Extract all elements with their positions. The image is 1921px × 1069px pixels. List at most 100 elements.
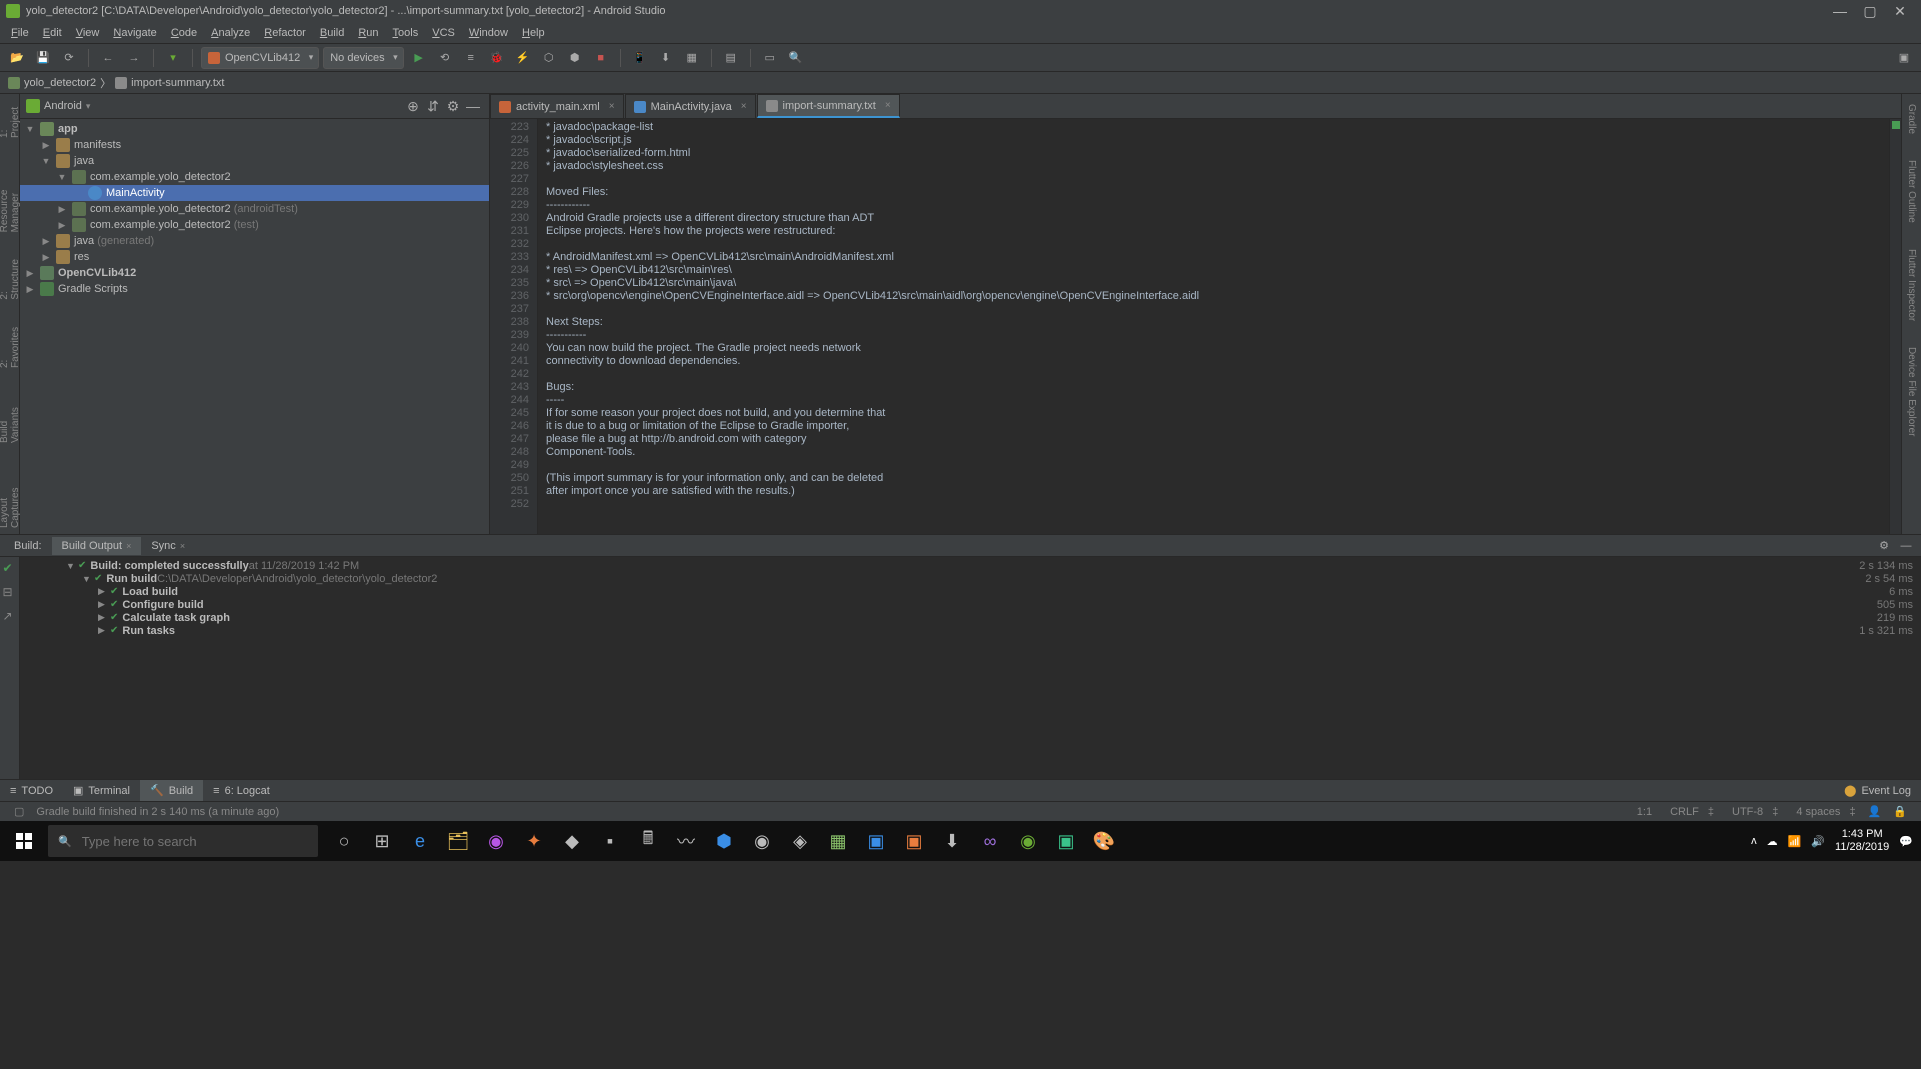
task-xampp-icon[interactable]: ▣	[896, 823, 932, 859]
task-androidstudio-icon[interactable]: ◉	[1010, 823, 1046, 859]
task-edge-icon[interactable]: e	[402, 823, 438, 859]
task-pycharm-icon[interactable]: ▣	[1048, 823, 1084, 859]
close-button[interactable]: ✕	[1885, 3, 1915, 20]
tray-clock[interactable]: 1:43 PM 11/28/2019	[1835, 828, 1889, 854]
project-tree[interactable]: ▼app ▶manifests ▼java ▼com.example.yolo_…	[20, 119, 489, 534]
make-icon[interactable]: ▾	[162, 47, 184, 69]
build-settings-icon[interactable]: ⚙	[1873, 535, 1895, 557]
menu-view[interactable]: View	[69, 27, 107, 39]
build-tab-sync[interactable]: Sync×	[141, 537, 195, 555]
settings-icon[interactable]: ⚙	[443, 96, 463, 116]
status-inspection-icon[interactable]: 👤	[1862, 805, 1888, 818]
search-input[interactable]	[82, 834, 308, 849]
tab-terminal[interactable]: ▣Terminal	[63, 780, 140, 801]
task-app4-icon[interactable]: ▦	[820, 823, 856, 859]
taskbar-search[interactable]: 🔍	[48, 825, 318, 857]
open-icon[interactable]: 📂	[6, 47, 28, 69]
maximize-button[interactable]: ▢	[1855, 3, 1885, 20]
coverage-icon[interactable]: ⬡	[538, 47, 560, 69]
build-row[interactable]: ▼✔Build: completed successfully at 11/28…	[26, 559, 1915, 572]
build-tab-output[interactable]: Build Output×	[52, 537, 142, 555]
build-row[interactable]: ▼✔Run build C:\DATA\Developer\Android\yo…	[26, 572, 1915, 585]
attach-icon[interactable]: ⬢	[564, 47, 586, 69]
tray-wifi-icon[interactable]: 📶	[1788, 835, 1802, 848]
editor-tab-activity-main-xml[interactable]: activity_main.xml×	[490, 94, 624, 118]
sync-icon[interactable]: ⟳	[58, 47, 80, 69]
resource-manager-icon[interactable]: ▦	[681, 47, 703, 69]
task-cortana-icon[interactable]: ○	[326, 823, 362, 859]
status-window-icon[interactable]: ▢	[8, 805, 30, 818]
task-calc-icon[interactable]: 🖩	[630, 823, 666, 859]
start-button[interactable]	[0, 821, 48, 861]
menu-analyze[interactable]: Analyze	[204, 27, 257, 39]
menu-run[interactable]: Run	[351, 27, 385, 39]
task-cmd-icon[interactable]: ▪	[592, 823, 628, 859]
run-icon[interactable]: ▶	[408, 47, 430, 69]
right-tab-flutter-inspector[interactable]: Flutter Inspector	[1905, 243, 1918, 327]
tray-notifications-icon[interactable]: 💬	[1899, 835, 1913, 848]
left-tab-build-variants[interactable]: Build Variants	[0, 388, 22, 449]
status-eol[interactable]: CRLF ‡	[1658, 806, 1720, 818]
task-app2-icon[interactable]: 〰	[668, 823, 704, 859]
run-config-selector[interactable]: OpenCVLib412	[201, 47, 319, 69]
editor-tab-mainactivity-java[interactable]: MainActivity.java×	[625, 94, 756, 118]
status-indent[interactable]: 4 spaces ‡	[1784, 806, 1861, 818]
tray-chevron-icon[interactable]: ʌ	[1751, 835, 1757, 847]
menu-edit[interactable]: Edit	[36, 27, 69, 39]
left-tab-1-project[interactable]: 1: Project	[0, 98, 22, 144]
tab-todo[interactable]: ≡TODO	[0, 780, 63, 801]
left-tab-2-structure[interactable]: 2: Structure	[0, 252, 22, 306]
build-row[interactable]: ▶✔Configure build505 ms	[26, 598, 1915, 611]
locate-icon[interactable]: ⊕	[403, 96, 423, 116]
editor-tab-import-summary-txt[interactable]: import-summary.txt×	[757, 94, 900, 118]
status-pos[interactable]: 1:1	[1631, 806, 1658, 818]
hide-panel-icon[interactable]: —	[463, 96, 483, 116]
debug-icon[interactable]: 🐞	[486, 47, 508, 69]
expand-all-icon[interactable]: ⊟	[3, 585, 17, 599]
task-app1-icon[interactable]: ◆	[554, 823, 590, 859]
collapse-icon[interactable]: ⇵	[423, 96, 443, 116]
status-lock-icon[interactable]: 🔒	[1887, 805, 1913, 818]
task-firefox-icon[interactable]: ◉	[478, 823, 514, 859]
right-tab-flutter-outline[interactable]: Flutter Outline	[1905, 154, 1918, 229]
layout-inspector-icon[interactable]: ▭	[759, 47, 781, 69]
task-paint-icon[interactable]: 🎨	[1086, 823, 1122, 859]
menu-refactor[interactable]: Refactor	[257, 27, 313, 39]
menu-window[interactable]: Window	[462, 27, 515, 39]
apply-changes-icon[interactable]: ⟲	[434, 47, 456, 69]
task-app3-icon[interactable]: ⬢	[706, 823, 742, 859]
menu-build[interactable]: Build	[313, 27, 351, 39]
build-row[interactable]: ▶✔Load build6 ms	[26, 585, 1915, 598]
ide-errors-icon[interactable]: ▣	[1893, 47, 1915, 69]
tray-volume-icon[interactable]: 🔊	[1811, 835, 1825, 848]
search-icon[interactable]: 🔍	[785, 47, 807, 69]
menu-tools[interactable]: Tools	[386, 27, 426, 39]
task-app5-icon[interactable]: ▣	[858, 823, 894, 859]
menu-code[interactable]: Code	[164, 27, 204, 39]
build-tree[interactable]: ▼✔Build: completed successfully at 11/28…	[20, 557, 1921, 779]
menu-help[interactable]: Help	[515, 27, 552, 39]
forward-icon[interactable]: →	[123, 47, 145, 69]
task-explorer-icon[interactable]: 🗂	[440, 823, 476, 859]
build-hide-icon[interactable]: —	[1895, 535, 1917, 557]
status-encoding[interactable]: UTF-8 ‡	[1720, 806, 1784, 818]
breadcrumb-project[interactable]: yolo_detector2	[24, 77, 96, 89]
tray-cloud-icon[interactable]: ☁	[1767, 835, 1778, 848]
tab-build[interactable]: 🔨Build	[140, 780, 203, 801]
menu-navigate[interactable]: Navigate	[106, 27, 163, 39]
device-selector[interactable]: No devices	[323, 47, 403, 69]
task-chrome-icon[interactable]: ◉	[744, 823, 780, 859]
back-icon[interactable]: ←	[97, 47, 119, 69]
task-vs-icon[interactable]: ∞	[972, 823, 1008, 859]
tab-logcat[interactable]: ≡6: Logcat	[203, 780, 280, 801]
menu-vcs[interactable]: VCS	[425, 27, 462, 39]
profile-icon[interactable]: ⚡	[512, 47, 534, 69]
left-tab-2-favorites[interactable]: 2: Favorites	[0, 320, 22, 374]
right-tab-gradle[interactable]: Gradle	[1905, 98, 1918, 140]
filter-success-icon[interactable]: ✔	[3, 561, 17, 575]
build-tab-build[interactable]: Build:	[4, 537, 52, 555]
task-blender-icon[interactable]: ✦	[516, 823, 552, 859]
minimize-button[interactable]: —	[1825, 3, 1855, 19]
task-unity-icon[interactable]: ◈	[782, 823, 818, 859]
project-view-selector[interactable]: Android ▾	[26, 99, 90, 113]
